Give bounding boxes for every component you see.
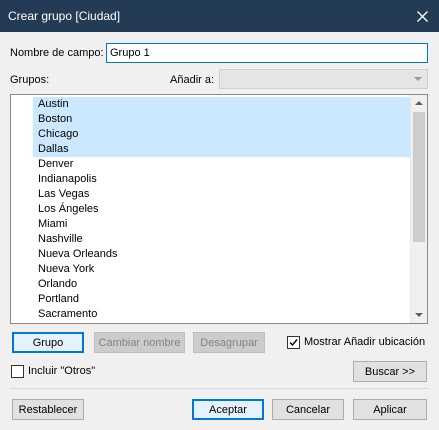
- scroll-down-icon[interactable]: [415, 313, 423, 317]
- groups-label: Grupos:: [10, 74, 50, 86]
- list-item[interactable]: Indianapolis: [12, 172, 412, 187]
- list-item[interactable]: Sacramento: [12, 307, 412, 322]
- add-to-label: Añadir a:: [170, 74, 215, 86]
- list-item[interactable]: Dallas: [33, 142, 415, 157]
- show-add-location-label: Mostrar Añadir ubicación: [304, 336, 426, 348]
- field-name-label: Nombre de campo:: [10, 47, 104, 59]
- list-rows: Austin Boston Chicago Dallas Denver Indianapo…: [12, 97, 415, 322]
- show-add-location-checkbox[interactable]: [287, 336, 300, 349]
- list-item[interactable]: Nueva York: [12, 262, 412, 277]
- include-others-label: Incluir "Otros": [28, 365, 96, 377]
- group-button[interactable]: Grupo: [12, 332, 84, 353]
- window-title: Crear grupo [Ciudad]: [8, 9, 121, 23]
- chevron-down-icon: [414, 77, 422, 81]
- close-icon: [416, 10, 428, 22]
- scroll-up-icon[interactable]: [415, 101, 423, 105]
- list-item[interactable]: Boston: [33, 112, 415, 127]
- list-item[interactable]: Las Vegas: [12, 187, 412, 202]
- rename-button[interactable]: Cambiar nombre: [94, 332, 185, 353]
- title-bar: Crear grupo [Ciudad]: [0, 0, 439, 32]
- footer-divider: [10, 388, 428, 389]
- list-item[interactable]: Nashville: [12, 232, 412, 247]
- scroll-thumb[interactable]: [413, 112, 425, 242]
- add-to-combo[interactable]: [219, 69, 428, 89]
- include-others-checkbox[interactable]: [11, 365, 24, 378]
- cancel-button[interactable]: Cancelar: [272, 399, 344, 420]
- list-item[interactable]: Los Ángeles: [12, 202, 412, 217]
- close-button[interactable]: [405, 0, 439, 32]
- list-item[interactable]: Miami: [12, 217, 412, 232]
- list-item[interactable]: Denver: [12, 157, 412, 172]
- apply-button[interactable]: Aplicar: [353, 399, 427, 420]
- checkmark-icon: [289, 339, 298, 347]
- list-item[interactable]: Portland: [12, 292, 412, 307]
- find-button[interactable]: Buscar >>: [353, 361, 427, 382]
- list-item[interactable]: Nueva Orleands: [12, 247, 412, 262]
- field-name-input[interactable]: [106, 43, 428, 63]
- ok-button[interactable]: Aceptar: [192, 399, 264, 420]
- list-item[interactable]: Chicago: [33, 127, 415, 142]
- list-scrollbar[interactable]: [410, 95, 427, 323]
- list-item[interactable]: Austin: [33, 97, 415, 112]
- ungroup-button[interactable]: Desagrupar: [193, 332, 265, 353]
- members-list[interactable]: Austin Boston Chicago Dallas Denver Indianapo…: [10, 94, 428, 324]
- reset-button[interactable]: Restablecer: [12, 399, 84, 420]
- list-item[interactable]: Orlando: [12, 277, 412, 292]
